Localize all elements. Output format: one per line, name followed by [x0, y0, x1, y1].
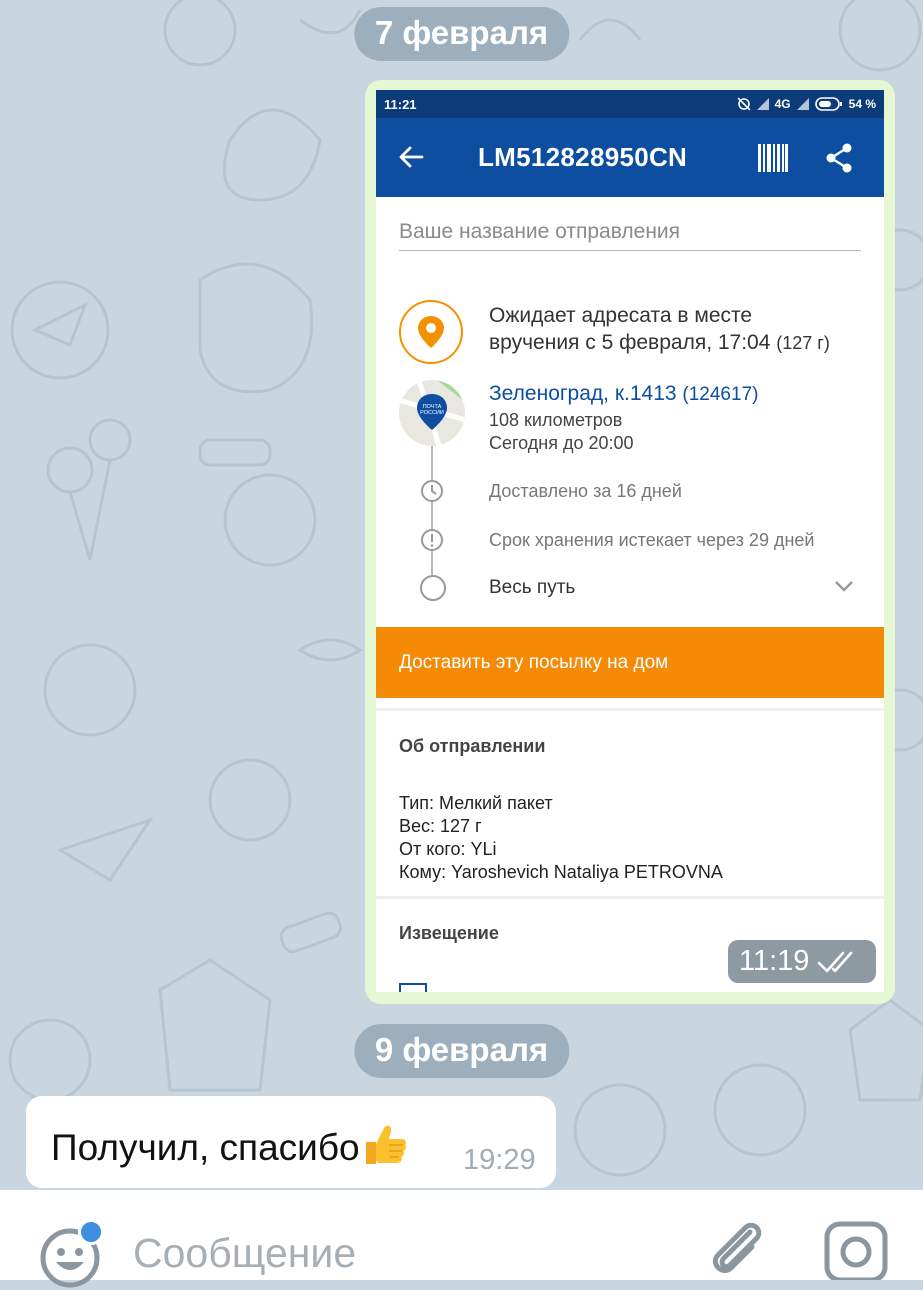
notice-icon: [399, 983, 427, 992]
message-time-badge: 11:19: [728, 940, 876, 983]
message-time: 19:29: [463, 1144, 536, 1176]
divider: [376, 708, 884, 711]
shipment-weight: Вес: 127 г: [399, 816, 482, 836]
storage-expiry: Срок хранения истекает через 29 дней: [489, 530, 815, 550]
battery-icon: [814, 97, 842, 111]
thumbs-up-emoji: [365, 1125, 406, 1164]
shipment-name-field[interactable]: Ваше название отправления: [399, 220, 861, 251]
shipment-recipient: Кому: Yaroshevich Nataliya PETROVNA: [399, 862, 723, 882]
deliver-home-button[interactable]: Доставить эту посылку на дом: [376, 627, 884, 698]
shipment-sender: От кого: YLi: [399, 839, 497, 859]
full-path-toggle[interactable]: Весь путь: [489, 577, 575, 599]
about-details: Тип: Мелкий пакет Вес: 127 г От кого: YL…: [399, 792, 723, 884]
share-icon[interactable]: [825, 143, 853, 173]
notice-section-title: Извещение: [399, 923, 499, 943]
delivered-in: Доставлено за 16 дней: [489, 481, 682, 501]
phone-status-bar: 11:21 4G 54 %: [376, 90, 884, 118]
message-time: 11:19: [739, 945, 810, 977]
double-check-icon: [818, 951, 853, 972]
alarm-off-icon: [737, 97, 751, 111]
phone-clock: 11:21: [384, 96, 417, 112]
message-input[interactable]: Сообщение: [133, 1230, 356, 1277]
map-pin-label: РОССИИ: [420, 410, 444, 416]
network-type: 4G: [774, 97, 791, 111]
post-office-name[interactable]: Зеленоград, к.1413 (124617): [489, 382, 758, 406]
location-pin-icon: [399, 300, 463, 364]
arrow-left-icon[interactable]: [398, 144, 424, 170]
timeline-line: [431, 446, 433, 576]
camera-icon[interactable]: [824, 1221, 888, 1280]
signal-icon: [796, 98, 809, 110]
date-separator: 7 февраля: [353, 7, 570, 61]
office-distance: 108 километров: [489, 410, 623, 430]
about-section-title: Об отправлении: [399, 736, 546, 756]
clock-icon: [421, 480, 443, 502]
date-separator: 9 февраля: [353, 1024, 570, 1078]
signal-icon: [756, 98, 769, 110]
shipment-type: Тип: Мелкий пакет: [399, 793, 553, 813]
tracking-screenshot[interactable]: 11:21 4G 54 % LM512828950CN Ваше названи…: [376, 90, 884, 992]
chevron-down-icon[interactable]: [834, 579, 854, 593]
shipment-status: Ожидает адресата в месте вручения с 5 фе…: [489, 304, 830, 354]
battery-level: 54 %: [848, 97, 876, 111]
message-text: Получил, спасибо: [51, 1122, 408, 1169]
post-office-map-icon[interactable]: ПОЧТА РОССИИ: [399, 380, 465, 446]
path-circle-icon: [420, 575, 446, 601]
tracking-number: LM512828950CN: [478, 142, 688, 172]
notification-dot: [78, 1219, 104, 1245]
barcode-icon[interactable]: [758, 144, 788, 172]
alert-icon: [421, 529, 443, 551]
paperclip-icon[interactable]: [706, 1218, 768, 1280]
app-bar: LM512828950CN: [376, 118, 884, 197]
office-hours: Сегодня до 20:00: [489, 433, 634, 453]
incoming-message[interactable]: Получил, спасибо 19:29: [26, 1096, 556, 1188]
divider: [376, 896, 884, 899]
